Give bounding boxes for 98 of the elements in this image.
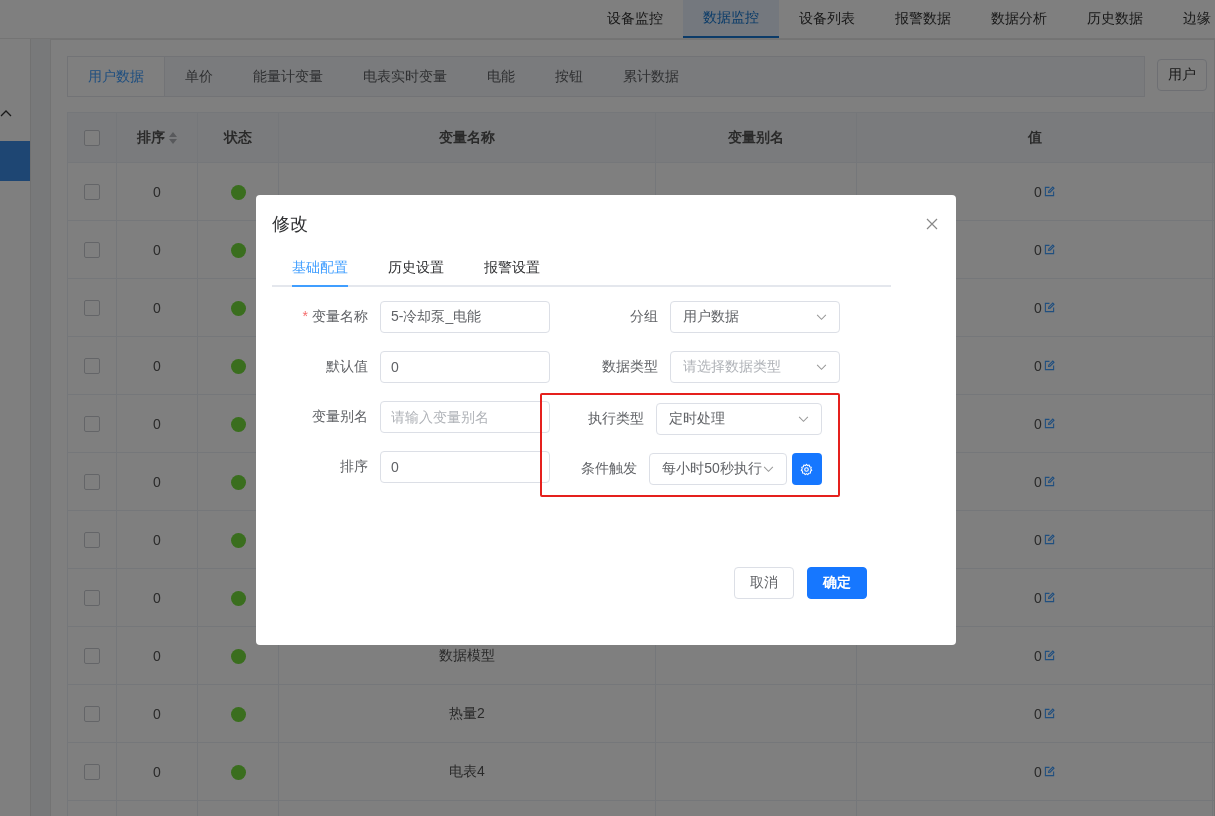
order-cell: 0 [153,589,161,606]
input-field[interactable]: 0 [380,351,550,383]
value-cell: 0 [1034,357,1042,374]
order-cell: 0 [153,763,161,780]
value-cell: 0 [1034,705,1042,722]
variable-name-cell: 热量2 [449,704,485,721]
order-cell: 0 [153,647,161,664]
column-header: 排序 [116,112,198,163]
required-mark: * [302,308,308,324]
nav-tab[interactable]: 数据监控 [683,0,779,38]
confirm-button[interactable]: 确定 [807,567,867,599]
close-icon[interactable] [926,218,938,230]
input-field[interactable]: 0 [380,451,550,483]
nav-tab[interactable]: 报警数据 [875,0,971,38]
group-tab[interactable]: 电表实时变量 [343,57,467,96]
edit-icon[interactable] [1043,244,1055,255]
select-field[interactable]: 每小时50秒执行 [649,453,787,485]
column-header: 值 [856,112,1213,163]
nav-tab[interactable]: 边缘 [1163,0,1215,38]
order-cell: 0 [153,473,161,490]
chevron-down-icon [816,313,827,321]
checkbox[interactable] [84,532,100,549]
field-label: 变量别名 [312,408,368,424]
checkbox[interactable] [84,300,100,317]
checkbox[interactable] [84,416,100,433]
variable-name-cell: 电表4 [449,762,485,779]
dialog-tab[interactable]: 报警设置 [484,259,540,287]
edit-icon[interactable] [1043,360,1055,371]
column-header: 状态 [197,112,279,163]
order-cell: 0 [153,183,161,200]
checkbox[interactable] [84,764,100,781]
field-label: 排序 [340,458,368,474]
select-field[interactable]: 定时处理 [655,403,822,435]
checkbox[interactable] [84,590,100,607]
group-select[interactable]: 用户 [1157,59,1207,91]
order-cell: 0 [153,357,161,374]
checkbox[interactable] [84,130,100,147]
chevron-down-icon [816,363,827,371]
column-header: 变量别名 [655,112,857,163]
input-field[interactable]: 5-冷却泵_电能 [380,301,550,333]
edit-icon[interactable] [1043,476,1055,487]
field-label: 默认值 [326,358,368,374]
variable-name-cell: 数据模型 [439,646,495,663]
edit-icon[interactable] [1043,418,1055,429]
field-label: 条件触发 [581,460,638,476]
order-cell: 0 [153,415,161,432]
checkbox[interactable] [84,184,100,201]
value-cell: 0 [1034,473,1042,490]
dialog-tab[interactable]: 历史设置 [388,259,444,287]
value-cell: 0 [1034,299,1042,316]
checkbox[interactable] [84,648,100,665]
checkbox[interactable] [84,358,100,375]
settings-button[interactable] [791,453,822,485]
edit-icon[interactable] [1043,186,1055,197]
checkbox[interactable] [84,474,100,491]
dialog-title: 修改 [272,213,308,236]
value-cell: 0 [1034,241,1042,258]
group-tab[interactable]: 单价 [165,57,233,96]
value-cell: 0 [1034,415,1042,432]
field-label: 执行类型 [587,410,644,426]
edit-icon[interactable] [1043,650,1055,661]
column-header: 变量名称 [278,112,656,163]
group-tab[interactable]: 电能 [467,57,535,96]
chevron-down-icon [798,415,809,423]
dialog-tab[interactable]: 基础配置 [292,259,348,287]
group-tab[interactable]: 按钮 [535,57,603,96]
field-label: 变量名称 [312,308,368,324]
edit-icon[interactable] [1043,302,1055,313]
input-field[interactable]: 请输入变量别名 [380,401,550,433]
cancel-button[interactable]: 取消 [734,567,794,599]
edit-icon[interactable] [1043,766,1055,777]
order-cell: 0 [153,705,161,722]
value-cell: 0 [1034,589,1042,606]
group-tab[interactable]: 能量计变量 [233,57,343,96]
edit-icon[interactable] [1043,592,1055,603]
nav-tab[interactable]: 设备列表 [779,0,875,38]
chevron-down-icon [762,465,774,473]
checkbox[interactable] [84,706,100,723]
settings-icon [800,462,814,476]
value-cell: 0 [1034,763,1042,780]
order-cell: 0 [153,241,161,258]
field-label: 数据类型 [602,358,658,374]
nav-tab[interactable]: 历史数据 [1067,0,1163,38]
select-field[interactable]: 用户数据 [670,301,840,333]
value-cell: 0 [1034,647,1042,664]
nav-tab[interactable]: 数据分析 [971,0,1067,38]
group-tab[interactable]: 累计数据 [603,57,699,96]
edit-icon[interactable] [1043,534,1055,545]
edit-icon[interactable] [1043,708,1055,719]
checkbox[interactable] [84,242,100,259]
sort-icon[interactable] [167,130,178,145]
caret-icon[interactable] [0,109,12,117]
value-cell: 0 [1034,531,1042,548]
value-cell: 0 [1034,183,1042,200]
field-label: 分组 [630,308,658,324]
order-cell: 0 [153,531,161,548]
order-cell: 0 [153,299,161,316]
nav-tab[interactable]: 设备监控 [587,0,683,38]
